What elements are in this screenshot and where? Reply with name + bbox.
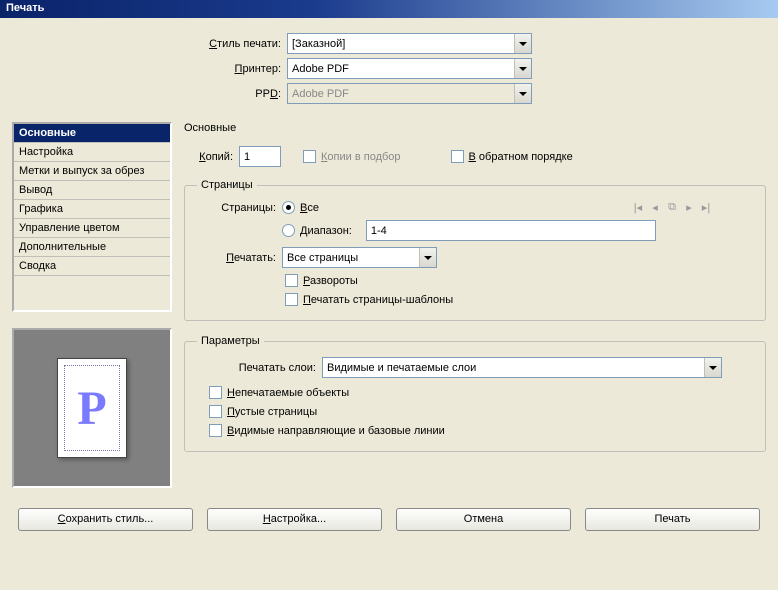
print-style-dropdown[interactable]: [Заказной] [287, 33, 532, 54]
reverse-checkbox[interactable] [451, 150, 464, 163]
preview-letter: P [77, 381, 106, 436]
prev-page-icon: ◂ [648, 201, 662, 214]
range-radio[interactable] [282, 224, 295, 237]
setup-button[interactable]: Настройка... [207, 508, 382, 531]
ppd-label: PPD: [12, 88, 287, 100]
nonprint-label: Непечатаемые объекты [227, 387, 349, 399]
reverse-label: В обратном порядке [469, 151, 573, 163]
ppd-dropdown: Adobe PDF [287, 83, 532, 104]
all-radio[interactable] [282, 201, 295, 214]
chevron-down-icon[interactable] [419, 248, 436, 267]
options-legend: Параметры [197, 335, 264, 347]
sidebar-item-color[interactable]: Управление цветом [14, 219, 170, 238]
all-label: Все [300, 202, 319, 214]
options-group: Параметры Печатать слои: Видимые и печат… [184, 335, 766, 452]
copies-label: Копий: [184, 151, 239, 163]
master-label: Печатать страницы-шаблоны [303, 294, 453, 306]
spread-icon: ⧉ [665, 201, 679, 214]
first-page-icon: |◂ [631, 201, 645, 214]
print-style-label: ССтиль печати:тиль печати: [12, 38, 287, 50]
collate-label: Копии в подбор [321, 151, 401, 163]
copies-input[interactable] [239, 146, 281, 167]
chevron-down-icon[interactable] [514, 59, 531, 78]
sidebar-item-general[interactable]: Основные [14, 124, 170, 143]
blank-label: Пустые страницы [227, 406, 317, 418]
cancel-button[interactable]: Отмена [396, 508, 571, 531]
chevron-down-icon[interactable] [704, 358, 721, 377]
blank-checkbox[interactable] [209, 405, 222, 418]
window-titlebar: Печать [0, 0, 778, 18]
sidebar-item-summary[interactable]: Сводка [14, 257, 170, 276]
next-page-icon: ▸ [682, 201, 696, 214]
guides-label: Видимые направляющие и базовые линии [227, 425, 445, 437]
layers-label: Печатать слои: [197, 362, 322, 374]
pages-group: Страницы Страницы: Все |◂◂⧉▸▸| Диапазон: [184, 179, 766, 321]
range-input[interactable] [366, 220, 656, 241]
spreads-checkbox[interactable] [285, 274, 298, 287]
chevron-down-icon[interactable] [514, 34, 531, 53]
print-preview: P [12, 328, 172, 488]
print-button[interactable]: Печать [585, 508, 760, 531]
sidebar-item-advanced[interactable]: Дополнительные [14, 238, 170, 257]
last-page-icon: ▸| [699, 201, 713, 214]
printer-dropdown[interactable]: Adobe PDF [287, 58, 532, 79]
page-nav-icons: |◂◂⧉▸▸| [631, 201, 713, 214]
print-pages-dropdown[interactable]: Все страницы [282, 247, 437, 268]
pages-legend: Страницы [197, 179, 257, 191]
sidebar-item-output[interactable]: Вывод [14, 181, 170, 200]
nonprint-checkbox[interactable] [209, 386, 222, 399]
section-title: Основные [184, 122, 766, 134]
collate-checkbox [303, 150, 316, 163]
master-checkbox[interactable] [285, 293, 298, 306]
range-label: Диапазон: [300, 225, 352, 237]
guides-checkbox[interactable] [209, 424, 222, 437]
pages-label: Страницы: [197, 202, 282, 214]
spreads-label: Развороты [303, 275, 358, 287]
save-style-button[interactable]: Сохранить стиль... [18, 508, 193, 531]
sidebar-item-graphics[interactable]: Графика [14, 200, 170, 219]
category-sidebar: Основные Настройка Метки и выпуск за обр… [12, 122, 172, 312]
print-what-label: Печатать: [197, 252, 282, 264]
layers-dropdown[interactable]: Видимые и печатаемые слои [322, 357, 722, 378]
chevron-down-icon [514, 84, 531, 103]
printer-label: Принтер: [12, 63, 287, 75]
sidebar-item-setup[interactable]: Настройка [14, 143, 170, 162]
sidebar-item-marks[interactable]: Метки и выпуск за обрез [14, 162, 170, 181]
